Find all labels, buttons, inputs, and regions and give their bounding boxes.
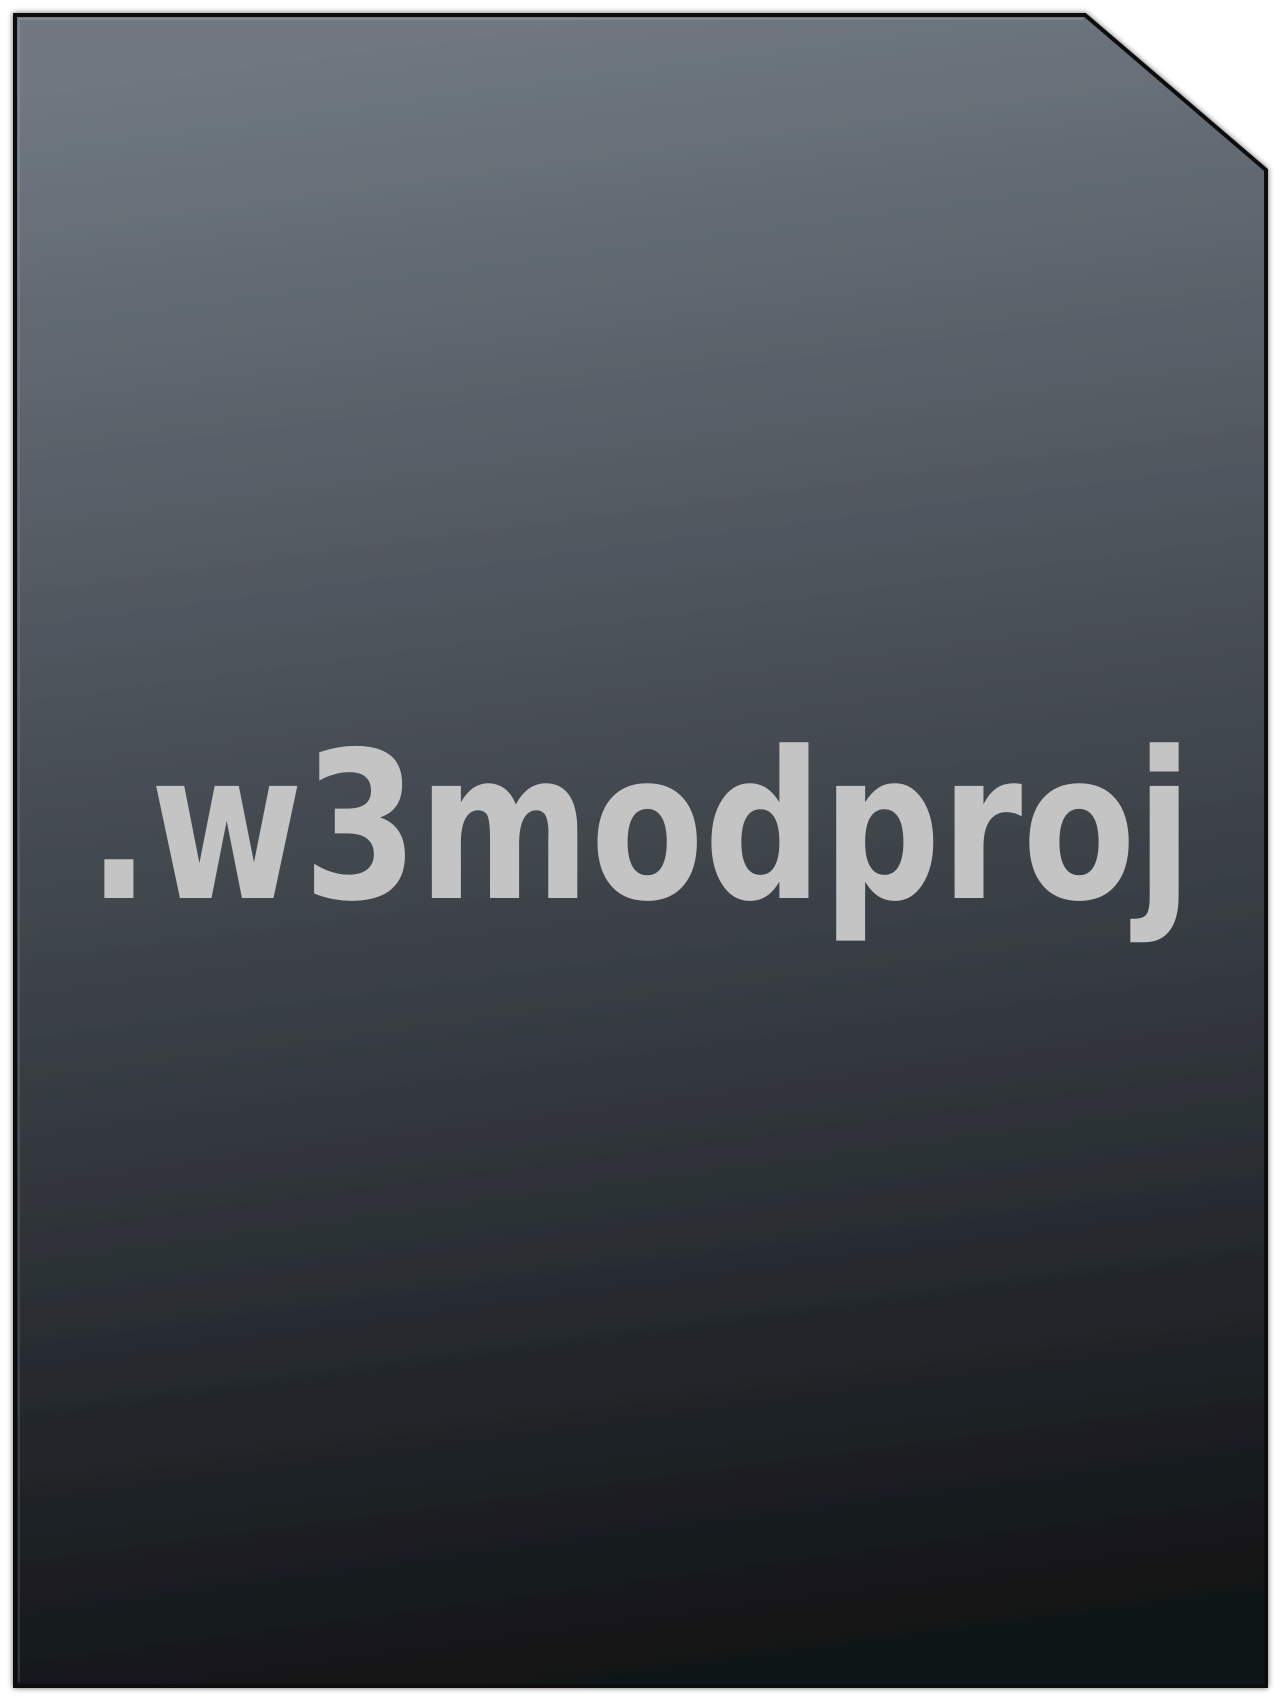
- file-extension-label: .w3modproj: [88, 709, 1193, 947]
- document-icon: .w3modproj: [13, 13, 1268, 1688]
- file-icon: .w3modproj: [0, 0, 1285, 1703]
